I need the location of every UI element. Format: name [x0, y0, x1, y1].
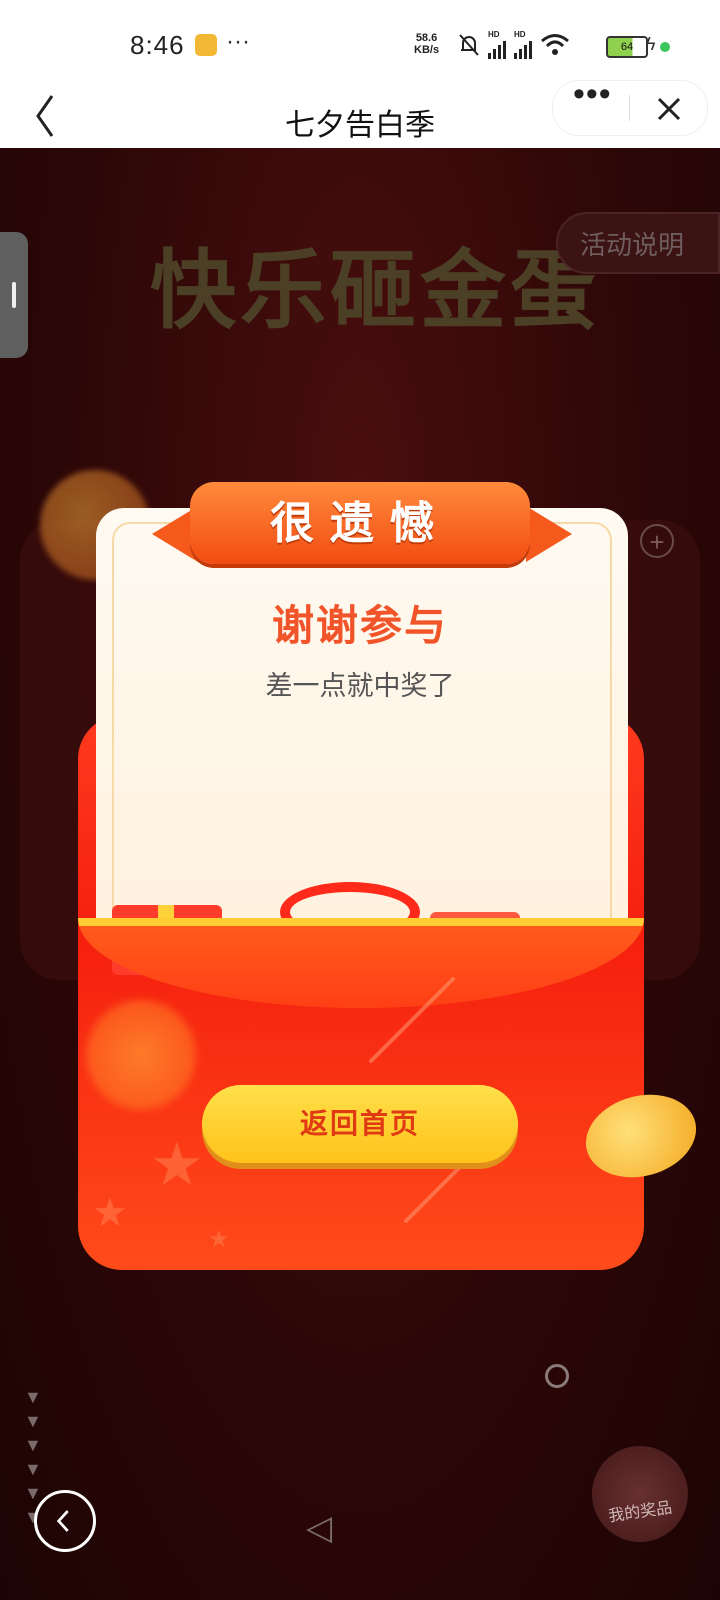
home-nav-icon[interactable]: [545, 1364, 569, 1388]
net-speed: 58.6 KB/s: [414, 32, 439, 56]
notification-app-icon: [195, 34, 217, 56]
rules-button[interactable]: 活动说明: [556, 212, 720, 274]
nav-back-triangle-icon[interactable]: ◁: [306, 1508, 332, 1548]
privacy-indicator: [660, 42, 670, 52]
battery-icon: 64: [606, 36, 648, 58]
ribbon-tail-right: [526, 506, 572, 562]
mute-bell-icon: [459, 34, 479, 56]
net-speed-unit: KB/s: [414, 44, 440, 56]
return-home-button[interactable]: 返回首页: [202, 1085, 518, 1163]
back-circle-button[interactable]: [34, 1490, 96, 1552]
charging-icon: ϟ: [646, 34, 656, 54]
hd-label-2: HD: [514, 30, 526, 39]
close-icon[interactable]: [649, 89, 689, 129]
capsule-divider: [629, 95, 630, 121]
signal-bars-1-icon: [488, 39, 506, 59]
status-time: 8:46: [130, 30, 185, 60]
signal-1: HD: [488, 31, 506, 59]
game-title: 快乐砸金蛋: [150, 243, 600, 339]
wifi-icon: [541, 34, 569, 55]
star-icon: ★: [150, 1131, 204, 1198]
more-notifications-icon: ···: [226, 28, 250, 55]
plus-icon: +: [640, 524, 674, 558]
side-drawer-handle[interactable]: [0, 232, 28, 358]
result-subtitle: 差一点就中奖了: [265, 671, 455, 701]
star-icon: ★: [208, 1226, 230, 1253]
coin-decoration: [86, 1000, 196, 1110]
star-icon: ★: [92, 1191, 128, 1235]
ribbon-text: 很遗憾: [270, 499, 450, 548]
status-icons: HD HD: [458, 31, 570, 59]
result-title: 谢谢参与: [271, 602, 448, 649]
status-bar: 8:46 ··· 58.6 KB/s HD HD 64 ϟ: [0, 0, 720, 86]
hd-label-1: HD: [488, 30, 500, 39]
signal-bars-2-icon: [514, 39, 532, 59]
nav-bar: 七夕告白季 •••: [0, 75, 720, 148]
signal-2: HD: [514, 31, 532, 59]
more-menu-button[interactable]: •••: [573, 75, 612, 114]
mini-program-capsule: •••: [552, 75, 708, 136]
net-speed-value: 58.6: [415, 32, 438, 44]
